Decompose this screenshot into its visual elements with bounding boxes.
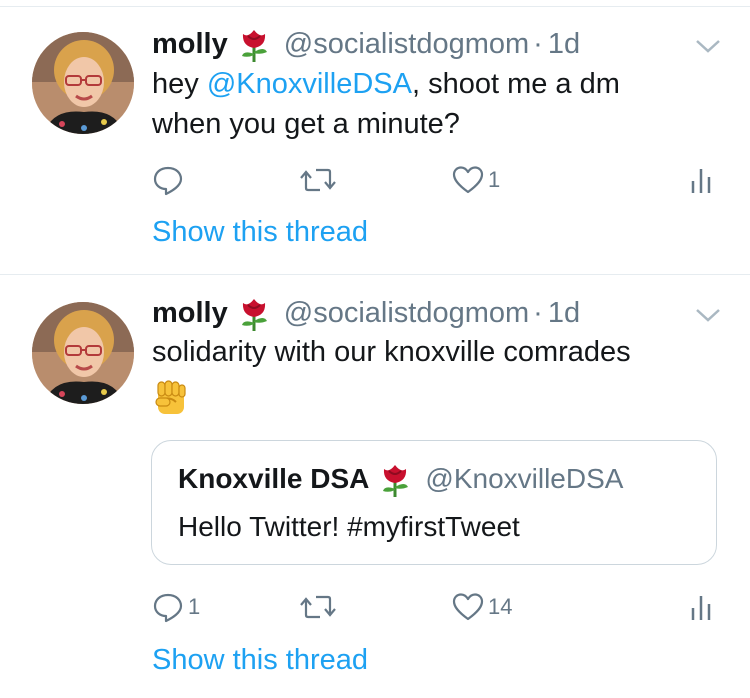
show-thread-link[interactable]: Show this thread: [152, 216, 368, 249]
rose-icon: [234, 293, 274, 333]
tweet-header: molly @socialistdogmom · 1d: [152, 293, 580, 333]
author-handle[interactable]: @socialistdogmom: [284, 28, 529, 61]
analytics-button[interactable]: [690, 160, 712, 200]
author-handle[interactable]: @socialistdogmom: [284, 297, 529, 330]
chevron-down-icon[interactable]: [694, 305, 722, 325]
quoted-tweet[interactable]: Knoxville DSA @KnoxvilleDSA Hello Twitte…: [151, 440, 717, 565]
text-segment: hey: [152, 68, 207, 100]
tweet-text: solidarity with our knoxville comrades: [152, 336, 631, 368]
reply-button[interactable]: 1: [152, 587, 200, 627]
retweet-button[interactable]: [300, 160, 340, 200]
show-thread-link[interactable]: Show this thread: [152, 644, 368, 677]
quoted-author-name: Knoxville DSA: [178, 463, 370, 494]
analytics-icon: [691, 596, 711, 620]
author-name[interactable]: molly: [152, 28, 228, 61]
analytics-icon: [691, 169, 711, 193]
rose-icon: [234, 24, 274, 64]
retweet-icon: [300, 595, 336, 619]
like-count: 1: [488, 167, 501, 192]
retweet-button[interactable]: [300, 587, 340, 627]
timestamp[interactable]: 1d: [548, 297, 580, 330]
avatar[interactable]: [32, 32, 134, 134]
author-name[interactable]: molly: [152, 297, 228, 330]
chevron-down-icon[interactable]: [694, 36, 722, 56]
separator-dot: ·: [533, 296, 543, 329]
analytics-button[interactable]: [690, 587, 712, 627]
separator-dot: ·: [533, 27, 543, 60]
reply-button[interactable]: [152, 160, 188, 200]
like-count: 14: [488, 594, 513, 619]
timestamp[interactable]: 1d: [548, 28, 580, 61]
like-button[interactable]: 14: [452, 587, 512, 627]
avatar[interactable]: [32, 302, 134, 404]
text-segment: , shoot me a dm: [411, 68, 620, 100]
reply-count: 1: [188, 594, 201, 619]
tweet-text-line-1: hey @KnoxvilleDSA, shoot me a dm: [152, 64, 620, 104]
like-button[interactable]: 1: [452, 160, 500, 200]
retweet-icon: [300, 168, 336, 192]
tweet-text: hey @KnoxvilleDSA, shoot me a dm when yo…: [152, 64, 620, 144]
raised-fist-icon: [152, 378, 192, 418]
tweet-1[interactable]: molly @socialistdogmom · 1d hey @Knoxvil…: [0, 0, 750, 274]
like-icon: [452, 166, 484, 194]
tweet-header: molly @socialistdogmom · 1d: [152, 24, 580, 64]
quoted-tweet-text: Hello Twitter! #myfirstTweet: [178, 511, 520, 542]
like-icon: [452, 593, 484, 621]
quoted-author-handle: @KnoxvilleDSA: [425, 463, 624, 494]
rose-icon: [375, 459, 415, 499]
reply-icon: [153, 593, 183, 623]
reply-icon: [153, 166, 183, 196]
tweet-text-line-2: when you get a minute?: [152, 108, 460, 140]
mention-link[interactable]: @KnoxvilleDSA: [207, 68, 412, 100]
quoted-tweet-header: Knoxville DSA @KnoxvilleDSA: [178, 459, 623, 499]
